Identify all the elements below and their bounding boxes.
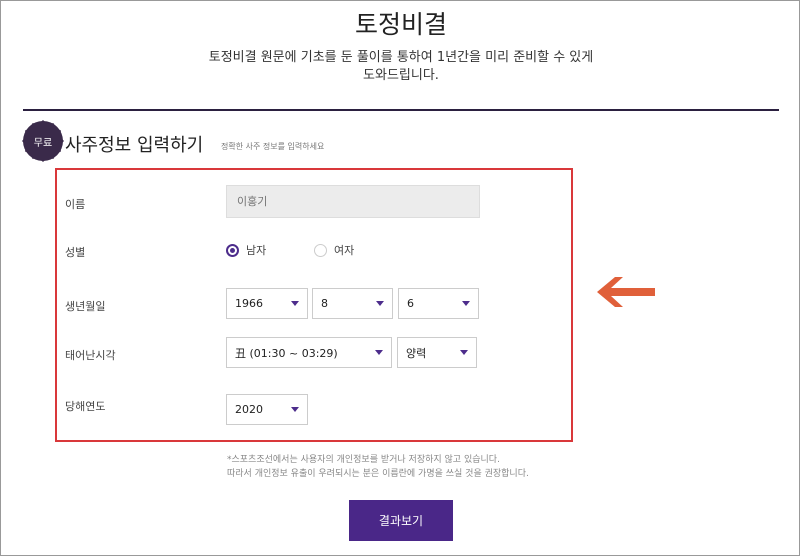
target-year-label: 당해연도	[65, 400, 106, 413]
calendar-type-value: 양력	[406, 346, 427, 360]
birth-day-value: 6	[407, 297, 414, 310]
chevron-down-icon	[291, 301, 299, 306]
radio-checked-icon	[226, 243, 239, 257]
birth-time-value: 丑 (01:30 ~ 03:29)	[235, 346, 338, 360]
privacy-notice-line1: *스포츠조선에서는 사용자의 개인정보를 받거나 저장하지 않고 있습니다.	[227, 455, 500, 465]
chevron-down-icon	[460, 350, 468, 355]
gender-female-label: 여자	[334, 244, 355, 257]
radio-unchecked-icon	[314, 243, 327, 257]
chevron-down-icon	[291, 407, 299, 412]
birth-time-select[interactable]: 丑 (01:30 ~ 03:29)	[226, 337, 392, 368]
page-subtitle-line2: 도와드립니다.	[363, 68, 439, 83]
gender-female-radio[interactable]: 여자	[314, 242, 354, 258]
page-subtitle-line1: 토정비결 원문에 기초를 둔 풀이를 통하여 1년간을 미리 준비할 수 있게	[208, 50, 594, 65]
result-button[interactable]: 결과보기	[349, 500, 453, 541]
privacy-notice-line2: 따라서 개인정보 유출이 우려되시는 분은 이름란에 가명을 쓰실 것을 권장합…	[227, 469, 529, 479]
gender-male-label: 남자	[246, 244, 267, 257]
section-title: 사주정보 입력하기	[65, 135, 204, 156]
target-year-select[interactable]: 2020	[226, 394, 308, 425]
birth-time-label: 태어난시각	[65, 349, 116, 362]
free-badge-label: 무료	[33, 137, 53, 149]
name-label: 이름	[65, 198, 86, 211]
name-input[interactable]	[226, 185, 480, 218]
target-year-value: 2020	[235, 403, 263, 416]
gender-label: 성별	[65, 246, 86, 259]
header-divider	[23, 109, 779, 111]
chevron-down-icon	[376, 301, 384, 306]
chevron-down-icon	[462, 301, 470, 306]
birth-month-value: 8	[321, 297, 328, 310]
birth-year-value: 1966	[235, 297, 263, 310]
gender-male-radio[interactable]: 남자	[226, 242, 266, 258]
chevron-down-icon	[375, 350, 383, 355]
arrow-left-icon	[597, 277, 655, 307]
birth-year-select[interactable]: 1966	[226, 288, 308, 319]
free-badge: 무료	[25, 123, 61, 159]
birth-month-select[interactable]: 8	[312, 288, 393, 319]
section-hint: 정확한 사주 정보를 입력하세요	[221, 142, 325, 151]
calendar-type-select[interactable]: 양력	[397, 337, 477, 368]
birth-label: 생년월일	[65, 300, 106, 313]
birth-day-select[interactable]: 6	[398, 288, 479, 319]
page-title: 토정비결	[354, 10, 447, 39]
